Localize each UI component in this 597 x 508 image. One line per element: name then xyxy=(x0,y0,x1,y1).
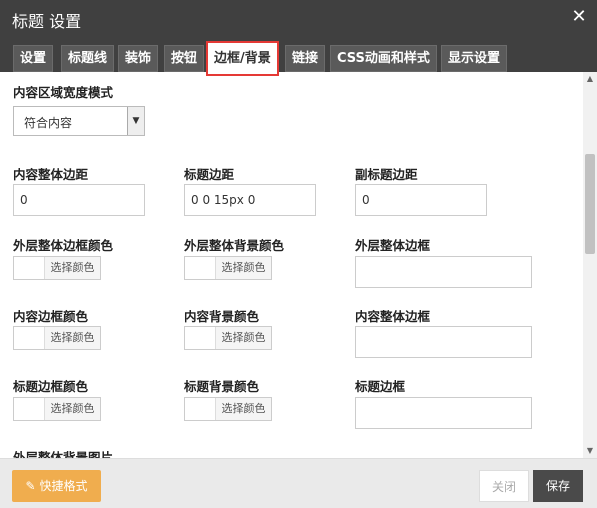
inner-border-color-picker[interactable]: 选择颜色 xyxy=(13,326,101,350)
tab-decoration[interactable]: 装饰 xyxy=(118,45,159,72)
edit-icon: ✎ xyxy=(25,479,36,493)
dialog-title: 标题 设置 xyxy=(12,12,82,31)
dialog-titlebar: 标题 设置 ✕ xyxy=(0,0,597,38)
inner-border-color-label: 内容边框颜色 xyxy=(13,309,89,324)
color-swatch xyxy=(14,327,45,349)
title-border-input[interactable] xyxy=(355,397,532,429)
title-bg-color-label: 标题背景颜色 xyxy=(184,379,260,394)
outer-bg-color-label: 外层整体背景颜色 xyxy=(184,238,285,253)
choose-color-button[interactable]: 选择颜色 xyxy=(216,327,271,349)
tab-button[interactable]: 按钮 xyxy=(164,45,205,72)
title-border-label: 标题边框 xyxy=(355,379,406,394)
color-swatch xyxy=(185,398,216,420)
choose-color-button[interactable]: 选择颜色 xyxy=(45,257,100,279)
choose-color-button[interactable]: 选择颜色 xyxy=(216,257,271,279)
content-scrollbar[interactable]: ▲ ▼ xyxy=(583,72,597,458)
save-button[interactable]: 保存 xyxy=(533,470,583,502)
tab-title-line[interactable]: 标题线 xyxy=(61,45,115,72)
close-button[interactable]: 关闭 xyxy=(479,470,529,502)
inner-bg-color-label: 内容背景颜色 xyxy=(184,309,260,324)
width-mode-label: 内容区域宽度模式 xyxy=(13,85,114,100)
settings-content: 内容区域宽度模式 符合内容 ▼ 内容整体边距 0 标题边距 0 0 15px 0… xyxy=(0,72,583,458)
color-swatch xyxy=(185,327,216,349)
inner-bg-color-picker[interactable]: 选择颜色 xyxy=(184,326,272,350)
quick-format-button[interactable]: ✎ 快捷格式 xyxy=(12,470,101,502)
title-border-color-label: 标题边框颜色 xyxy=(13,379,89,394)
outer-border-label: 外层整体边框 xyxy=(355,238,431,253)
choose-color-button[interactable]: 选择颜色 xyxy=(45,327,100,349)
outer-border-color-picker[interactable]: 选择颜色 xyxy=(13,256,101,280)
scroll-down-icon[interactable]: ▼ xyxy=(583,444,597,458)
tab-link[interactable]: 链接 xyxy=(285,45,326,72)
outer-border-color-label: 外层整体边框颜色 xyxy=(13,238,114,253)
subtitle-padding-label: 副标题边距 xyxy=(355,167,418,182)
scroll-up-icon[interactable]: ▲ xyxy=(583,72,597,86)
width-mode-select[interactable]: 符合内容 ▼ xyxy=(13,106,145,136)
color-swatch xyxy=(14,398,45,420)
width-mode-value: 符合内容 xyxy=(24,116,73,130)
scroll-thumb[interactable] xyxy=(585,154,595,254)
choose-color-button[interactable]: 选择颜色 xyxy=(45,398,100,420)
inner-border-input[interactable] xyxy=(355,326,532,358)
dialog-footer: ✎ 快捷格式 关闭 保存 xyxy=(0,458,597,508)
tab-css-animation[interactable]: CSS动画和样式 xyxy=(330,45,437,72)
tab-settings[interactable]: 设置 xyxy=(13,45,54,72)
title-padding-input[interactable]: 0 0 15px 0 xyxy=(184,184,316,216)
tab-display-settings[interactable]: 显示设置 xyxy=(441,45,508,72)
title-bg-color-picker[interactable]: 选择颜色 xyxy=(184,397,272,421)
content-padding-label: 内容整体边距 xyxy=(13,167,89,182)
chevron-down-icon: ▼ xyxy=(127,107,144,135)
quick-format-label: 快捷格式 xyxy=(39,479,88,493)
close-icon[interactable]: ✕ xyxy=(569,6,589,28)
outer-border-input[interactable] xyxy=(355,256,532,288)
title-border-color-picker[interactable]: 选择颜色 xyxy=(13,397,101,421)
tab-border-background[interactable]: 边框/背景 xyxy=(206,41,279,76)
color-swatch xyxy=(14,257,45,279)
subtitle-padding-input[interactable]: 0 xyxy=(355,184,487,216)
outer-bg-color-picker[interactable]: 选择颜色 xyxy=(184,256,272,280)
outer-bg-image-label: 外层整体背景图片 xyxy=(13,450,114,458)
color-swatch xyxy=(185,257,216,279)
choose-color-button[interactable]: 选择颜色 xyxy=(216,398,271,420)
content-padding-input[interactable]: 0 xyxy=(13,184,145,216)
inner-border-label: 内容整体边框 xyxy=(355,309,431,324)
title-padding-label: 标题边距 xyxy=(184,167,235,182)
